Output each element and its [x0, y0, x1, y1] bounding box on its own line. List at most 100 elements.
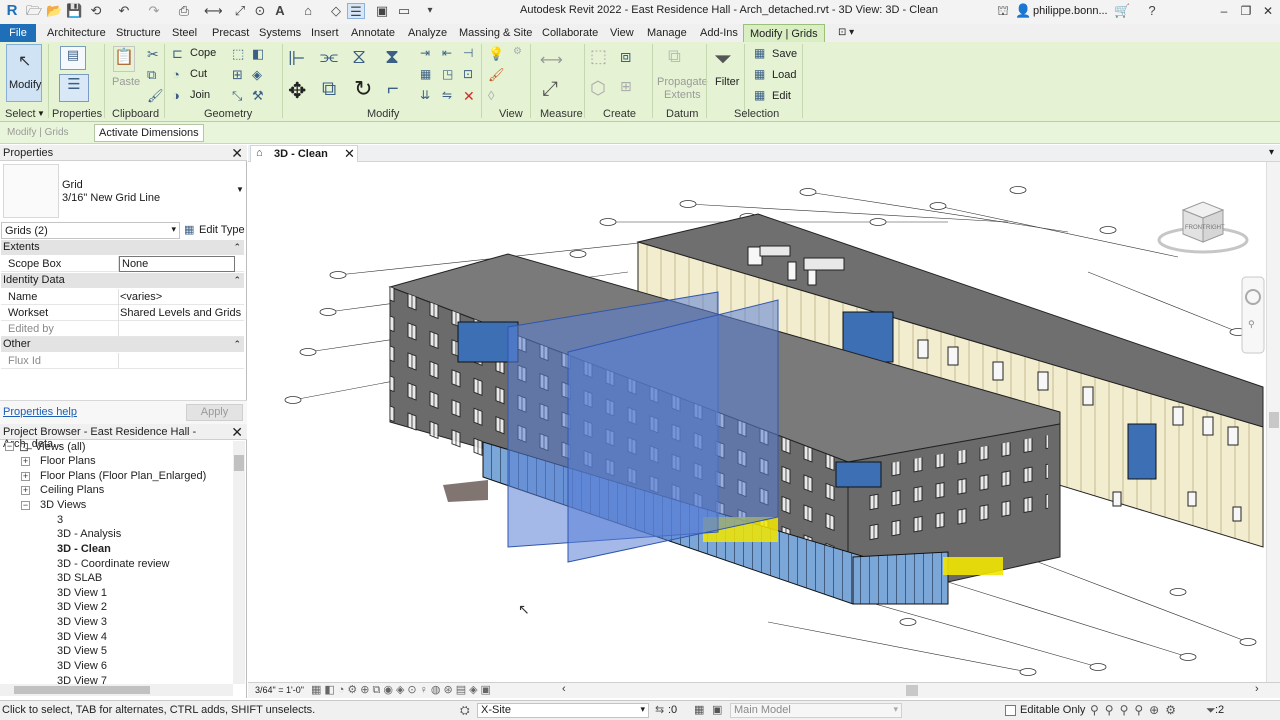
align-icon[interactable]: ⊩	[288, 46, 305, 71]
hammer-icon[interactable]: ⚒	[252, 88, 264, 104]
type-name[interactable]: Grid	[62, 179, 83, 191]
load-selection-icon[interactable]: ▦	[754, 67, 765, 81]
paint-icon[interactable]: ◧	[252, 46, 264, 62]
aligned-dimension-icon[interactable]: ⤢	[542, 78, 558, 101]
delete-icon[interactable]: ✕	[463, 88, 475, 105]
tab-massing-site[interactable]: Massing & Site	[453, 24, 538, 42]
hide-element-icon[interactable]: ◊	[488, 88, 494, 103]
group-other[interactable]: Other ⌃	[1, 337, 244, 352]
workset-value[interactable]: Shared Levels and Grids	[120, 307, 241, 319]
offset-icon[interactable]: ⫘	[320, 46, 338, 69]
demolish-icon[interactable]: ◈	[252, 67, 262, 83]
tab-file[interactable]: File	[0, 24, 36, 42]
3d-view-icon[interactable]: ⌂	[300, 3, 316, 19]
tree-view-3d-analysis[interactable]: 3D - Analysis	[57, 528, 121, 540]
tab-precast[interactable]: Precast	[206, 24, 255, 42]
tree-view-3[interactable]: 3	[57, 514, 63, 526]
minimize-button[interactable]: –	[1214, 2, 1234, 20]
create-assembly-icon[interactable]: ⬚	[590, 46, 607, 67]
create-group-icon[interactable]: ⬡	[590, 78, 606, 99]
tab-collaborate[interactable]: Collaborate	[536, 24, 604, 42]
create-parts-icon[interactable]: ⧈	[620, 46, 631, 67]
paste-icon[interactable]: 📋	[113, 46, 135, 72]
tab-insert[interactable]: Insert	[305, 24, 345, 42]
create-similar-icon[interactable]: ⊞	[620, 78, 632, 95]
close-icon[interactable]: ✕	[344, 146, 355, 162]
load-selection-label[interactable]: Load	[772, 69, 796, 81]
tab-manage[interactable]: Manage	[641, 24, 693, 42]
mirror-draw-icon[interactable]: ⧗	[385, 46, 399, 69]
tab-view[interactable]: View	[604, 24, 640, 42]
expand-icon[interactable]: +	[21, 457, 30, 466]
cut-clipboard-icon[interactable]: ✂	[147, 46, 159, 63]
tree-view-3d-clean[interactable]: 3D - Clean	[57, 543, 111, 555]
print-icon[interactable]: ⎙	[176, 3, 192, 19]
join-label[interactable]: Join	[190, 89, 210, 101]
tree-view-3d-coordinate-review[interactable]: 3D - Coordinate review	[57, 558, 170, 570]
unpin-icon[interactable]: ⇋	[442, 88, 452, 102]
close-icon[interactable]: ✕	[231, 145, 243, 162]
tree-view-3d-view-5[interactable]: 3D View 5	[57, 645, 107, 657]
panel-properties[interactable]: Properties	[52, 108, 102, 120]
3d-viewport[interactable]: ↖ FRONT RIGHT ⚲	[248, 162, 1266, 682]
panel-measure[interactable]: Measure	[540, 108, 583, 120]
tab-structure[interactable]: Structure	[110, 24, 167, 42]
select-dropdown-icon[interactable]: ▼	[37, 109, 45, 118]
linework-icon[interactable]: 🖌	[488, 67, 505, 83]
panel-selection[interactable]: Selection	[734, 108, 779, 120]
modify-button[interactable]: ↖ Modify	[6, 44, 42, 102]
viewport-vertical-scrollbar[interactable]	[1266, 162, 1280, 682]
array-icon[interactable]: ▦	[420, 67, 431, 81]
tab-overflow-icon[interactable]: ⊡ ▾	[832, 24, 860, 42]
trim-extend-icon[interactable]: ⌐	[387, 78, 399, 101]
worksets-icon[interactable]: ⛭	[460, 703, 470, 718]
unpin-element-icon[interactable]: ⊡	[463, 67, 473, 81]
type-subname[interactable]: 3/16" New Grid Line	[62, 192, 160, 204]
panel-geometry[interactable]: Geometry	[204, 108, 252, 120]
close-icon[interactable]: ✕	[231, 424, 243, 441]
activate-dimensions-button[interactable]: Activate Dimensions	[94, 124, 204, 142]
editing-requests-icon[interactable]: ⇆	[655, 703, 664, 716]
tree-view-3d-view-6[interactable]: 3D View 6	[57, 660, 107, 672]
horizontal-scroll-thumb[interactable]	[906, 685, 918, 696]
expand-icon[interactable]: +	[21, 472, 30, 481]
cope-label[interactable]: Cope	[190, 47, 216, 59]
save-selection-icon[interactable]: ▦	[754, 46, 765, 60]
tree-view-3d-view-1[interactable]: 3D View 1	[57, 587, 107, 599]
join-icon[interactable]: ◑	[172, 88, 180, 103]
name-value[interactable]: <varies>	[120, 291, 162, 303]
panel-datum[interactable]: Datum	[666, 108, 698, 120]
viewcube[interactable]: FRONT RIGHT	[1157, 201, 1249, 254]
redo-icon[interactable]: ↷	[146, 3, 162, 19]
panel-create[interactable]: Create	[603, 108, 636, 120]
model-icon[interactable]: ▣	[712, 703, 722, 716]
measure-between-icon[interactable]: ⟷	[540, 50, 563, 70]
collapse-icon[interactable]: −	[21, 501, 30, 510]
edit-selection-icon[interactable]: ▦	[754, 88, 765, 102]
tab-list-chevron-icon[interactable]: ▾	[1269, 147, 1274, 158]
tab-annotate[interactable]: Annotate	[345, 24, 401, 42]
tree-floor-plans[interactable]: Floor Plans	[40, 455, 96, 467]
filter-icon[interactable]: ⏷	[714, 46, 732, 72]
extents-label[interactable]: Extents	[664, 89, 701, 101]
open-folder-icon[interactable]: 📂	[46, 3, 62, 19]
switch-windows-icon[interactable]: ▣	[374, 3, 390, 19]
user-name[interactable]: philippe.bonn...	[1033, 5, 1108, 17]
customize-icon[interactable]: ▭	[396, 3, 412, 19]
tree-view-3d-slab[interactable]: 3D SLAB	[57, 572, 102, 584]
mirror-pick-icon[interactable]: ⧖	[352, 46, 366, 69]
tab-add-ins[interactable]: Add-Ins	[694, 24, 744, 42]
pin-icon[interactable]: ⇊	[420, 88, 430, 102]
tree-view-3d-view-4[interactable]: 3D View 4	[57, 631, 107, 643]
scrollbar-thumb[interactable]	[234, 455, 244, 471]
close-button[interactable]: ✕	[1258, 2, 1278, 20]
move-icon[interactable]: ✥	[288, 78, 306, 104]
pin-element-icon[interactable]: ⊣	[463, 46, 473, 60]
wall-joins-icon[interactable]: ⊞	[232, 67, 243, 83]
selection-toggles-icon[interactable]: ⚲⚲⚲⚲⊕⚙	[1090, 703, 1182, 717]
design-options-icon[interactable]: ▦	[694, 703, 704, 716]
properties-icon[interactable]: ☰	[59, 74, 89, 102]
split-gap-icon[interactable]: ⇤	[442, 46, 452, 60]
help-search-icon[interactable]: ⛫	[995, 3, 1011, 19]
help-icon[interactable]: ?	[1144, 3, 1160, 19]
